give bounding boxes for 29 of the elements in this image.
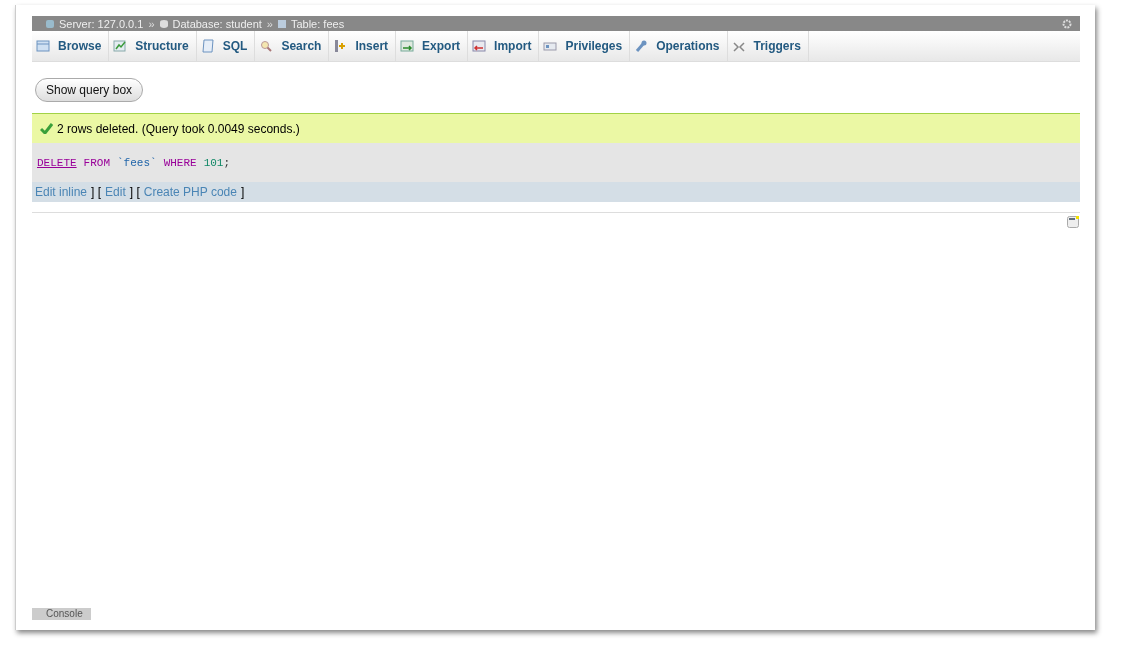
import-icon: [472, 39, 487, 53]
sql-token: 101: [203, 156, 224, 169]
card-icon: [543, 39, 558, 53]
insert-icon: [333, 39, 348, 53]
breadcrumb-separator: »: [148, 17, 155, 30]
breadcrumb-separator: »: [266, 17, 273, 30]
breadcrumb-icon: [277, 19, 286, 28]
message-text: 2 rows deleted. (Query took 0.0049 seconds.): [57, 121, 300, 136]
wrench-icon: [634, 39, 649, 53]
breadcrumb-icon: [46, 19, 54, 28]
window-icon[interactable]: [1067, 216, 1079, 228]
table-icon: [36, 39, 50, 53]
show-query-button[interactable]: Show query box: [35, 78, 144, 102]
settings-icon[interactable]: [1062, 18, 1072, 29]
sql-keyword-link[interactable]: DELETE: [37, 156, 77, 169]
sql-token: WHERE: [163, 156, 197, 169]
bracket-text: ] [: [129, 185, 140, 199]
sql-token: `fees`: [117, 156, 157, 169]
chart-icon: [113, 39, 128, 53]
sql-token: ;: [223, 156, 231, 169]
breadcrumb-icon: [159, 19, 168, 28]
bracket-text: ] [: [91, 185, 102, 199]
export-icon: [400, 39, 415, 53]
search-icon: [259, 39, 274, 53]
page-icon: [200, 39, 215, 53]
checkmark-icon: [40, 123, 53, 134]
console-tab[interactable]: Console: [32, 608, 91, 620]
bracket-text: ]: [240, 185, 245, 199]
sql-token: FROM: [83, 156, 110, 169]
